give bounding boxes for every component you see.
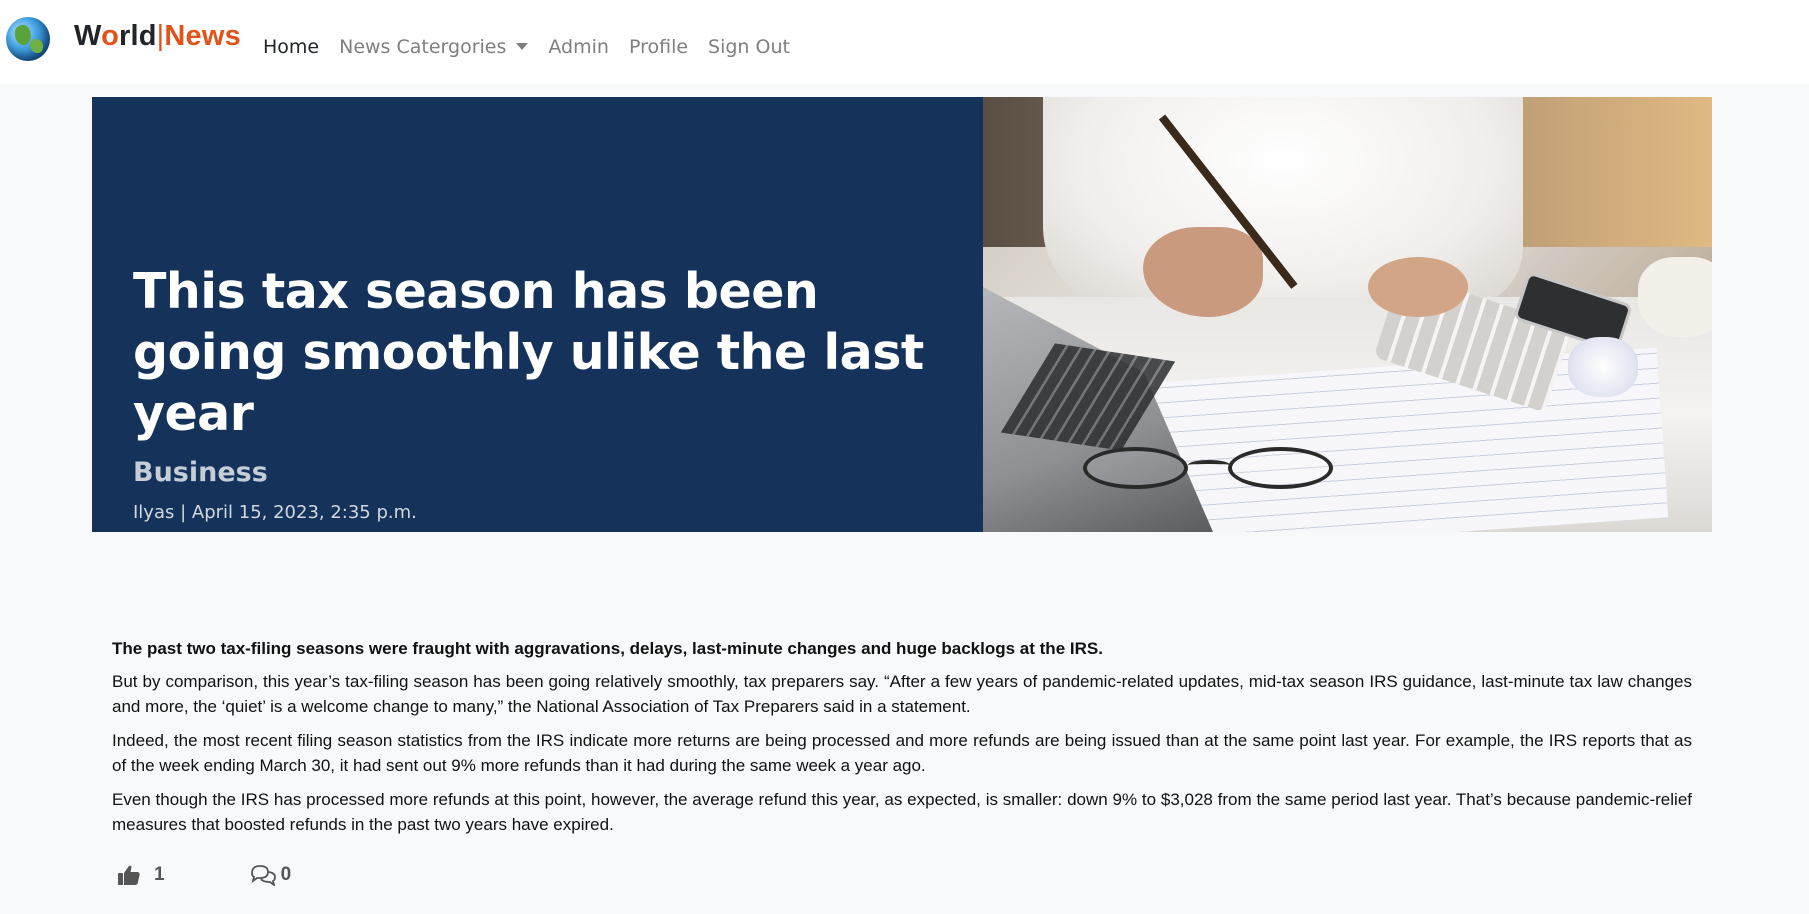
navbar: World|News Home News Catergories Admin P… xyxy=(0,0,1809,84)
hero-banner: This tax season has been going smoothly … xyxy=(92,97,1712,532)
article-category[interactable]: Business xyxy=(133,457,953,488)
brand-text-news: News xyxy=(164,20,241,52)
article-paragraph: Even though the IRS has processed more r… xyxy=(112,790,1692,834)
like-button[interactable]: 1 xyxy=(118,864,165,886)
like-count: 1 xyxy=(154,864,165,885)
article-body: The past two tax-filing seasons were fra… xyxy=(112,636,1692,846)
comment-button[interactable]: 0 xyxy=(249,864,292,886)
article-title: This tax season has been going smoothly … xyxy=(133,263,924,442)
article-paragraph: Indeed, the most recent filing season st… xyxy=(112,731,1692,775)
brand-logo[interactable]: World|News xyxy=(74,20,241,53)
comment-count: 0 xyxy=(280,864,292,885)
article-paragraph: But by comparison, this year’s tax-filin… xyxy=(112,672,1692,716)
nav-news-categories[interactable]: News Catergories xyxy=(339,36,529,58)
comments-icon xyxy=(249,864,277,886)
main-nav: Home News Catergories Admin Profile Sign… xyxy=(263,36,810,58)
nav-news-categories-label: News Catergories xyxy=(339,36,507,58)
article-lead: The past two tax-filing seasons were fra… xyxy=(112,639,1103,658)
nav-admin[interactable]: Admin xyxy=(548,36,609,58)
hero-text: This tax season has been going smoothly … xyxy=(133,261,953,523)
thumbs-up-icon xyxy=(118,865,140,885)
nav-profile[interactable]: Profile xyxy=(629,36,688,58)
article-meta: Ilyas | April 15, 2023, 2:35 p.m. xyxy=(133,502,417,523)
nav-home[interactable]: Home xyxy=(263,36,319,58)
article-actions: 1 0 xyxy=(118,864,291,886)
hero-image xyxy=(983,97,1712,532)
brand-text-o: o xyxy=(101,20,119,52)
chevron-down-icon xyxy=(516,43,529,50)
nav-sign-out[interactable]: Sign Out xyxy=(708,36,790,58)
brand-text-rld: rld xyxy=(118,20,157,52)
brand-text-w: W xyxy=(74,20,102,52)
globe-logo-icon[interactable] xyxy=(6,17,50,61)
